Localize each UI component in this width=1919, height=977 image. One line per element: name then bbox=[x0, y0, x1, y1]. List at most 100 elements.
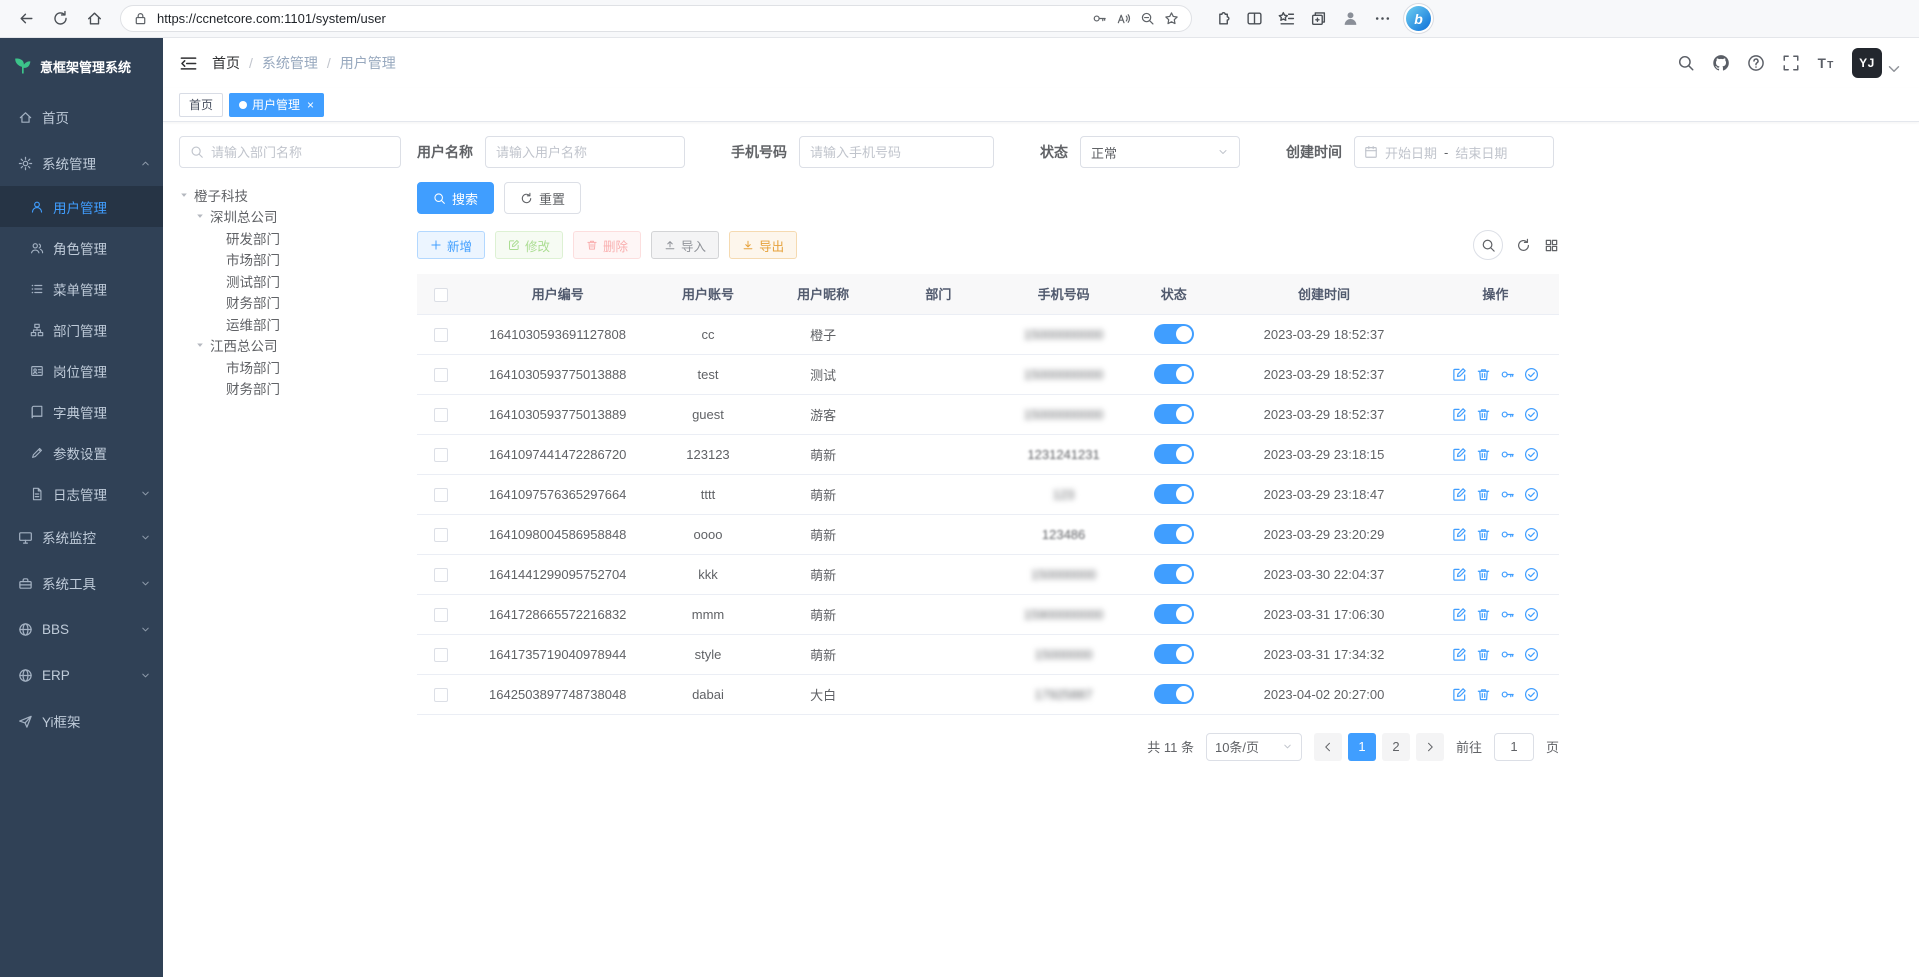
favorites-bar-icon[interactable] bbox=[1278, 10, 1295, 27]
row-checkbox[interactable] bbox=[434, 408, 448, 422]
status-toggle[interactable] bbox=[1154, 564, 1194, 584]
sidebar-subitem-role[interactable]: 角色管理 bbox=[0, 227, 163, 268]
reset-password-icon[interactable] bbox=[1500, 487, 1515, 502]
edit-row-icon[interactable] bbox=[1452, 447, 1467, 462]
status-toggle[interactable] bbox=[1154, 404, 1194, 424]
reset-password-icon[interactable] bbox=[1500, 407, 1515, 422]
sidebar-fold-icon[interactable] bbox=[179, 54, 198, 73]
status-toggle[interactable] bbox=[1154, 684, 1194, 704]
help-icon[interactable] bbox=[1747, 54, 1765, 72]
columns-toggle-icon[interactable] bbox=[1544, 238, 1559, 253]
close-icon[interactable]: × bbox=[307, 99, 314, 111]
delete-row-icon[interactable] bbox=[1476, 567, 1491, 582]
sidebar-item-system[interactable]: 系统管理 bbox=[0, 140, 163, 186]
edit-row-icon[interactable] bbox=[1452, 367, 1467, 382]
reset-password-icon[interactable] bbox=[1500, 567, 1515, 582]
delete-row-icon[interactable] bbox=[1476, 407, 1491, 422]
dept-search-input[interactable] bbox=[211, 145, 390, 160]
assign-role-icon[interactable] bbox=[1524, 567, 1539, 582]
edit-row-icon[interactable] bbox=[1452, 527, 1467, 542]
bing-icon[interactable]: b bbox=[1406, 6, 1431, 31]
sidebar-item-monitor[interactable]: 系统监控 bbox=[0, 514, 163, 560]
home-button[interactable] bbox=[80, 5, 108, 33]
reset-password-icon[interactable] bbox=[1500, 367, 1515, 382]
tree-node[interactable]: 测试部门 bbox=[179, 270, 401, 292]
tree-node[interactable]: 财务部门 bbox=[179, 378, 401, 400]
add-button[interactable]: 新增 bbox=[417, 231, 485, 259]
delete-row-icon[interactable] bbox=[1476, 607, 1491, 622]
sidebar-subitem-dict[interactable]: 字典管理 bbox=[0, 391, 163, 432]
tree-node[interactable]: 市场部门 bbox=[179, 356, 401, 378]
status-select[interactable]: 正常 bbox=[1080, 136, 1240, 168]
delete-row-icon[interactable] bbox=[1476, 647, 1491, 662]
reset-password-icon[interactable] bbox=[1500, 447, 1515, 462]
status-toggle[interactable] bbox=[1154, 604, 1194, 624]
sidebar-item-home[interactable]: 首页 bbox=[0, 94, 163, 140]
assign-role-icon[interactable] bbox=[1524, 367, 1539, 382]
search-button[interactable]: 搜索 bbox=[417, 182, 494, 214]
address-bar[interactable]: https://ccnetcore.com:1101/system/user bbox=[120, 5, 1192, 32]
row-checkbox[interactable] bbox=[434, 368, 448, 382]
sidebar-subitem-user[interactable]: 用户管理 bbox=[0, 186, 163, 227]
assign-role-icon[interactable] bbox=[1524, 407, 1539, 422]
status-toggle[interactable] bbox=[1154, 364, 1194, 384]
tab-用户管理[interactable]: 用户管理× bbox=[229, 93, 324, 117]
tree-node[interactable]: 江西总公司 bbox=[179, 335, 401, 357]
next-page-button[interactable] bbox=[1416, 733, 1444, 761]
edit-row-icon[interactable] bbox=[1452, 407, 1467, 422]
sidebar-item-bbs[interactable]: BBS bbox=[0, 606, 163, 652]
refresh-table-icon[interactable] bbox=[1516, 238, 1531, 253]
row-checkbox[interactable] bbox=[434, 608, 448, 622]
read-aloud-icon[interactable] bbox=[1116, 11, 1131, 26]
row-checkbox[interactable] bbox=[434, 328, 448, 342]
delete-row-icon[interactable] bbox=[1476, 367, 1491, 382]
page-button-1[interactable]: 1 bbox=[1348, 733, 1376, 761]
back-button[interactable] bbox=[12, 5, 40, 33]
reset-password-icon[interactable] bbox=[1500, 687, 1515, 702]
browser-more-icon[interactable] bbox=[1374, 10, 1391, 27]
refresh-button[interactable] bbox=[46, 5, 74, 33]
tree-node[interactable]: 深圳总公司 bbox=[179, 206, 401, 228]
breadcrumb-item[interactable]: 首页 bbox=[212, 53, 240, 73]
tree-node[interactable]: 运维部门 bbox=[179, 313, 401, 335]
font-size-icon[interactable]: TT bbox=[1817, 54, 1835, 72]
edit-row-icon[interactable] bbox=[1452, 647, 1467, 662]
reset-button[interactable]: 重置 bbox=[504, 182, 581, 214]
github-icon[interactable] bbox=[1712, 54, 1730, 72]
sidebar-item-tools[interactable]: 系统工具 bbox=[0, 560, 163, 606]
profile-avatar[interactable] bbox=[1342, 10, 1359, 27]
row-checkbox[interactable] bbox=[434, 568, 448, 582]
row-checkbox[interactable] bbox=[434, 528, 448, 542]
delete-row-icon[interactable] bbox=[1476, 527, 1491, 542]
edit-row-icon[interactable] bbox=[1452, 687, 1467, 702]
prev-page-button[interactable] bbox=[1314, 733, 1342, 761]
sidebar-subitem-post[interactable]: 岗位管理 bbox=[0, 350, 163, 391]
phone-input[interactable] bbox=[799, 136, 994, 168]
sidebar-item-erp[interactable]: ERP bbox=[0, 652, 163, 698]
select-all-checkbox[interactable] bbox=[434, 288, 448, 302]
assign-role-icon[interactable] bbox=[1524, 687, 1539, 702]
row-checkbox[interactable] bbox=[434, 688, 448, 702]
import-button[interactable]: 导入 bbox=[651, 231, 719, 259]
sidebar-subitem-param[interactable]: 参数设置 bbox=[0, 432, 163, 473]
reset-password-icon[interactable] bbox=[1500, 527, 1515, 542]
delete-row-icon[interactable] bbox=[1476, 447, 1491, 462]
sidebar-subitem-dept[interactable]: 部门管理 bbox=[0, 309, 163, 350]
fullscreen-icon[interactable] bbox=[1782, 54, 1800, 72]
row-checkbox[interactable] bbox=[434, 448, 448, 462]
export-button[interactable]: 导出 bbox=[729, 231, 797, 259]
username-input[interactable] bbox=[485, 136, 685, 168]
status-toggle[interactable] bbox=[1154, 644, 1194, 664]
assign-role-icon[interactable] bbox=[1524, 487, 1539, 502]
tree-node[interactable]: 市场部门 bbox=[179, 249, 401, 271]
tree-node[interactable]: 财务部门 bbox=[179, 292, 401, 314]
assign-role-icon[interactable] bbox=[1524, 447, 1539, 462]
goto-page-input[interactable] bbox=[1494, 733, 1534, 761]
tab-首页[interactable]: 首页 bbox=[179, 93, 223, 117]
delete-row-icon[interactable] bbox=[1476, 687, 1491, 702]
row-checkbox[interactable] bbox=[434, 648, 448, 662]
header-search-icon[interactable] bbox=[1677, 54, 1695, 72]
page-size-select[interactable]: 10条/页 bbox=[1206, 733, 1302, 761]
status-toggle[interactable] bbox=[1154, 484, 1194, 504]
page-button-2[interactable]: 2 bbox=[1382, 733, 1410, 761]
